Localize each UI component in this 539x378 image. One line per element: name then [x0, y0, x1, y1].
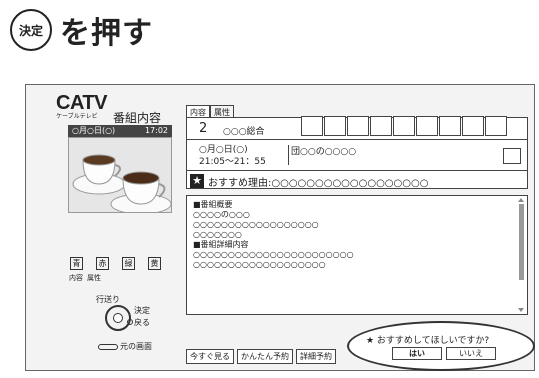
- green-key[interactable]: 緑: [122, 257, 135, 270]
- color-key-labels: 内容 属性: [69, 273, 101, 283]
- detail-reserve-button[interactable]: 詳細予約: [296, 349, 336, 364]
- scroll-up-icon[interactable]: [518, 198, 524, 202]
- recommend-prompt-oval: [347, 321, 535, 371]
- recommend-prompt-buttons: はい いいえ: [392, 347, 496, 360]
- program-thumbnail: [68, 137, 172, 213]
- left-panel: CATV ケーブルテレビ 番組内容 ○月○日(○) 17:02 青 赤 緑 黄 …: [26, 85, 184, 370]
- detail-line: ○○○○○○○○○○○○○○○○○○: [193, 220, 319, 229]
- watch-now-button[interactable]: 今すぐ見る: [186, 349, 234, 364]
- easy-reserve-button[interactable]: かんたん予約: [237, 349, 293, 364]
- recommend-reason: おすすめ理由:○○○○○○○○○○○○○○○○○○: [208, 178, 429, 189]
- catv-logo: CATV ケーブルテレビ: [56, 93, 107, 121]
- attribute-box: [347, 116, 369, 136]
- star-icon: ★: [190, 174, 204, 188]
- attribute-box: [439, 116, 461, 136]
- kettei-button-icon: 決定: [10, 9, 52, 51]
- thumbnail-date: ○月○日(○): [72, 126, 116, 135]
- yellow-key[interactable]: 黄: [148, 257, 161, 270]
- heading-text: を押す: [60, 16, 153, 51]
- modoru-label: 戻る: [134, 318, 150, 327]
- detail-line: ■番組詳細内容: [193, 240, 249, 249]
- thumbnail-bar: ○月○日(○) 17:02: [68, 125, 172, 137]
- program-detail-text: ■番組概要 ○○○○の○○○ ○○○○○○○○○○○○○○○○○○ ○○○○○○…: [193, 200, 354, 270]
- attribute-box: [416, 116, 438, 136]
- program-info-title: 番組内容: [113, 111, 162, 125]
- program-time: 21:05～21：55: [199, 157, 266, 167]
- scroll-down-icon[interactable]: [518, 308, 524, 312]
- program-date: ○月○日(○): [199, 145, 248, 155]
- program-info-box: 2 ○○○総合 ○月○日(○) 21:05～21：55 団○○の○○○○ ★ お…: [186, 116, 528, 190]
- action-buttons: 今すぐ見る かんたん予約 詳細予約: [186, 349, 336, 364]
- detail-line: ○○○○○○○○○○○○○○○○○○○: [193, 260, 326, 269]
- no-button[interactable]: いいえ: [446, 347, 496, 360]
- return-screen-hint: 元の画面: [98, 341, 152, 352]
- divider: [288, 145, 289, 165]
- color-keys: 青 赤 緑 黄: [70, 257, 161, 270]
- attribute-box: [485, 116, 507, 136]
- blue-key[interactable]: 青: [70, 257, 83, 270]
- rating-box: [503, 148, 521, 164]
- attribute-box: [324, 116, 346, 136]
- return-screen-label: 元の画面: [120, 342, 152, 351]
- detail-line: ○○○○の○○○: [193, 210, 250, 219]
- red-key[interactable]: 赤: [96, 257, 109, 270]
- attribute-box: [393, 116, 415, 136]
- channel-name: ○○○総合: [223, 127, 265, 137]
- key-label-zokusei: 属性: [87, 274, 101, 282]
- attribute-box: [370, 116, 392, 136]
- kettei-label: 決定: [134, 306, 150, 315]
- return-key-icon: [98, 343, 118, 350]
- coffee-cups-image: [69, 138, 171, 212]
- scroll-thumb[interactable]: [518, 204, 524, 280]
- program-datetime: ○月○日(○) 21:05～21：55: [199, 144, 266, 168]
- channel-number: 2: [199, 121, 208, 136]
- yes-button[interactable]: はい: [392, 347, 442, 360]
- recommend-prompt-question: ★ おすすめしてほしいですか?: [366, 336, 490, 346]
- attribute-box: [301, 116, 323, 136]
- catv-logo-sub: ケーブルテレビ: [56, 114, 98, 120]
- dpad-icon[interactable]: [105, 305, 131, 331]
- detail-line: ■番組概要: [193, 200, 233, 209]
- scrollbar[interactable]: [517, 198, 525, 312]
- program-genre: 団○○の○○○○: [291, 147, 357, 157]
- attribute-box: [462, 116, 484, 136]
- line-feed-label: 行送り: [96, 295, 120, 304]
- thumbnail-time: 17:02: [144, 126, 168, 135]
- key-label-naiyou: 内容: [69, 274, 83, 282]
- detail-line: ○○○○○○○○○○○○○○○○○○○○○○○: [193, 250, 354, 259]
- recommend-reason-row: ★ おすすめ理由:○○○○○○○○○○○○○○○○○○: [187, 170, 527, 190]
- catv-logo-text: CATV: [56, 92, 107, 114]
- back-button-icon: [127, 319, 133, 325]
- kettei-badge-label: 決定: [18, 23, 43, 38]
- channel-row: 2 ○○○総合: [187, 116, 527, 140]
- detail-line: ○○○○○○○: [193, 230, 242, 239]
- attribute-boxes: [301, 116, 508, 136]
- instruction-heading: 決定 を押す: [10, 8, 153, 52]
- program-detail-box[interactable]: ■番組概要 ○○○○の○○○ ○○○○○○○○○○○○○○○○○○ ○○○○○○…: [186, 195, 528, 315]
